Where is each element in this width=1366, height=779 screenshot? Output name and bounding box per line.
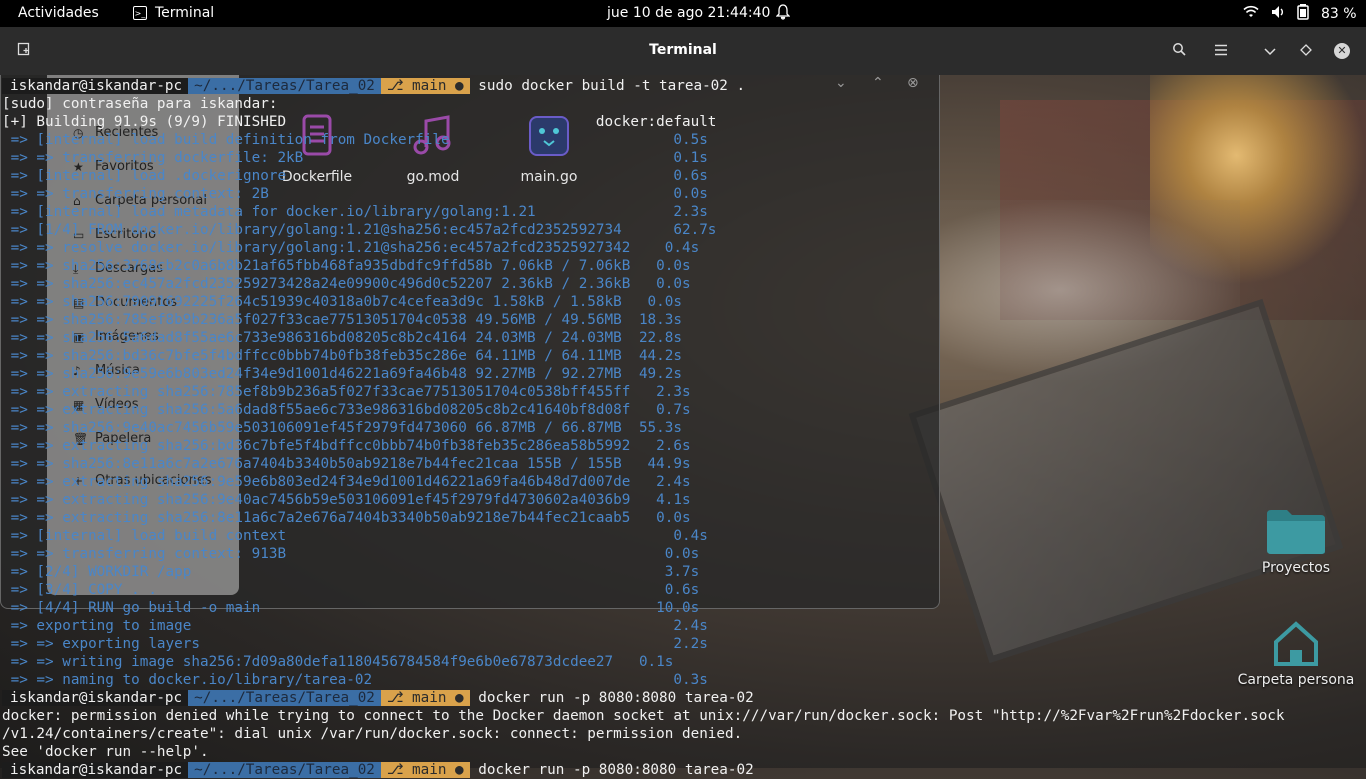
log-line: => => sha256:9e40ac7456b59e503106091ef45…: [2, 420, 682, 436]
prompt-path: ~/.../Tareas/Tarea_02: [188, 762, 381, 778]
terminal-headerbar: Terminal ✕: [0, 27, 1366, 75]
log-line: => => naming to docker.io/library/tarea-…: [2, 672, 708, 688]
prompt-line-2: iskandar@iskandar-pc ~/.../Tareas/Tarea_0…: [2, 689, 754, 707]
log-line: [+] Building 91.9s (9/9) FINISHED docker…: [2, 114, 717, 130]
log-line: => [1/4] FROM docker.io/library/golang:1…: [2, 222, 717, 238]
prompt-path: ~/.../Tareas/Tarea_02: [188, 78, 381, 94]
log-line: => [2/4] WORKDIR /app 3.7s: [2, 564, 700, 580]
error-line: See 'docker run --help'.: [2, 744, 209, 760]
log-line: => [3/4] COPY . . 0.6s: [2, 582, 700, 598]
log-line: => exporting to image 2.4s: [2, 618, 708, 634]
log-line: => [internal] load .dockerignore 0.6s: [2, 168, 708, 184]
log-line: => [internal] load build context 0.4s: [2, 528, 708, 544]
wifi-icon: [1243, 5, 1259, 23]
system-tray[interactable]: 83 %: [1243, 4, 1357, 24]
log-line: => => sha256:9e59e6b803ed24f34e9d1001d46…: [2, 366, 682, 382]
log-line: => => sha256:79091692225f264c51939c40318…: [2, 294, 682, 310]
log-line: => [4/4] RUN go build -o main 10.0s: [2, 600, 700, 616]
error-line: /v1.24/containers/create": dial unix /va…: [2, 726, 743, 742]
clock[interactable]: jue 10 de ago 21:44:40: [607, 5, 770, 21]
prompt-user: iskandar@iskandar-pc: [2, 690, 189, 706]
terminal-icon: >_: [133, 6, 147, 20]
log-line: => => sha256:3768cb2c0a6b8b21af65fbb468f…: [2, 258, 691, 274]
log-line: => => sha256:8e11a6c7a2e676a7404b3340b50…: [2, 456, 691, 472]
close-icon[interactable]: ✕: [1334, 43, 1350, 59]
chevron-down-icon[interactable]: [1258, 39, 1282, 63]
bell-icon[interactable]: [775, 4, 791, 24]
search-icon[interactable]: [1167, 39, 1191, 63]
log-line: => => sha256:ec457a2fcd235259273428a24e0…: [2, 276, 691, 292]
git-branch-label: main: [412, 762, 447, 778]
log-line: => => sha256:785ef8b9b236a5f027f33cae775…: [2, 312, 682, 328]
app-menu-label: Terminal: [155, 5, 215, 21]
log-line: => => extracting sha256:785ef8b9b236a5f0…: [2, 384, 691, 400]
log-line: => => transferring context: 913B 0.0s: [2, 546, 700, 562]
git-branch-label: main: [412, 78, 447, 94]
log-line: => => writing image sha256:7d09a80defa11…: [2, 654, 674, 670]
log-line: => => resolve docker.io/library/golang:1…: [2, 240, 700, 256]
terminal-output[interactable]: iskandar@iskandar-pc ~/.../Tareas/Tarea_0…: [0, 75, 1366, 778]
prompt-git-branch: ⎇ main ●: [380, 690, 470, 706]
prompt-line-1: iskandar@iskandar-pc ~/.../Tareas/Tarea_0…: [2, 77, 745, 95]
prompt-user: iskandar@iskandar-pc: [2, 762, 189, 778]
prompt-line-3: iskandar@iskandar-pc ~/.../Tareas/Tarea_0…: [2, 761, 754, 779]
log-line: => => sha256:bd36c7bfe5f4bdffcc0bbb74b0f…: [2, 348, 682, 364]
log-line: => => transferring context: 2B 0.0s: [2, 186, 708, 202]
command-text: sudo docker build -t tarea-02 .: [478, 78, 746, 94]
window-title: Terminal: [649, 42, 717, 58]
prompt-path: ~/.../Tareas/Tarea_02: [188, 690, 381, 706]
log-line: [sudo] contraseña para iskandar:: [2, 96, 278, 112]
log-line: => [internal] load build definition from…: [2, 132, 708, 148]
prompt-user: iskandar@iskandar-pc: [2, 78, 189, 94]
command-text: docker run -p 8080:8080 tarea-02: [478, 690, 754, 706]
log-line: => => sha256:5a6dad8f55ae6c733e986316bd0…: [2, 330, 682, 346]
prompt-git-branch: ⎇ main ●: [380, 762, 470, 778]
log-line: => => exporting layers 2.2s: [2, 636, 708, 652]
top-bar: Actividades >_ Terminal jue 10 de ago 21…: [0, 0, 1366, 27]
restore-icon[interactable]: [1294, 39, 1318, 63]
app-menu-terminal[interactable]: >_ Terminal: [133, 5, 214, 21]
log-line: => [internal] load metadata for docker.i…: [2, 204, 708, 220]
battery-percent: 83 %: [1321, 6, 1357, 22]
volume-icon: [1271, 5, 1285, 23]
git-branch-label: main: [412, 690, 447, 706]
hamburger-menu-icon[interactable]: [1209, 39, 1233, 63]
error-line: docker: permission denied while trying t…: [2, 708, 1285, 724]
prompt-git-branch: ⎇ main ●: [380, 78, 470, 94]
log-line: => => extracting sha256:5a6dad8f55ae6c73…: [2, 402, 691, 418]
battery-icon: [1297, 4, 1309, 24]
log-line: => => transferring dockerfile: 2kB 0.1s: [2, 150, 708, 166]
log-line: => => extracting sha256:9e59e6b803ed24f3…: [2, 474, 691, 490]
log-line: => => extracting sha256:bd36c7bfe5f4bdff…: [2, 438, 691, 454]
log-line: => => extracting sha256:8e11a6c7a2e676a7…: [2, 510, 691, 526]
activities-button[interactable]: Actividades: [18, 5, 99, 21]
log-line: => => extracting sha256:9e40ac7456b59e50…: [2, 492, 691, 508]
command-text: docker run -p 8080:8080 tarea-02: [478, 762, 754, 778]
